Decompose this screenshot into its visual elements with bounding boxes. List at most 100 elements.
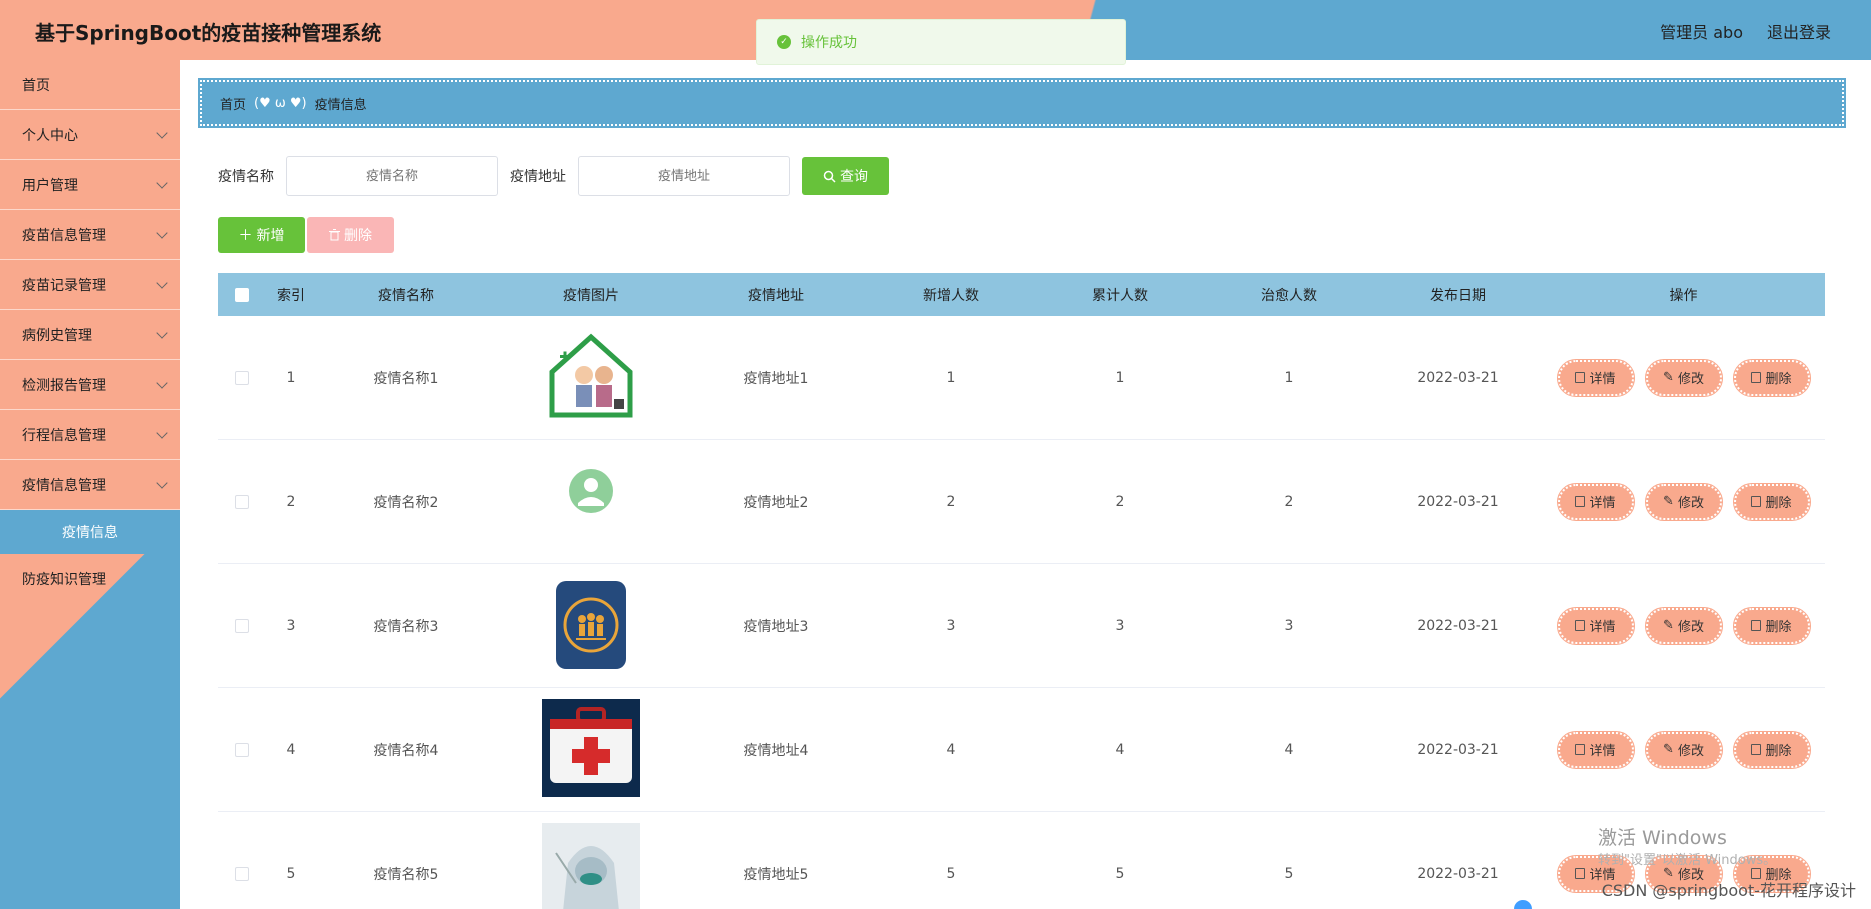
epidemic-name-label: 疫情名称: [218, 169, 274, 185]
sidebar-item-home[interactable]: 首页: [0, 60, 180, 110]
epidemic-address-input[interactable]: [578, 156, 790, 196]
header-name: 疫情名称: [378, 287, 434, 304]
cell-cured-count: 4: [1284, 741, 1294, 758]
logout-link[interactable]: 退出登录: [1767, 19, 1831, 43]
document-icon: [1575, 744, 1586, 755]
cell-image: [496, 451, 686, 553]
table-row: 3 疫情名称3 疫情地址3 3 3 3 2022-03-21 详情 ✎ 修改 删除: [218, 564, 1825, 688]
family-icon-image: [542, 575, 640, 677]
sidebar-item-user-management[interactable]: 用户管理: [0, 160, 180, 210]
delete-button[interactable]: 删除: [1732, 606, 1811, 645]
breadcrumb-home[interactable]: 首页: [220, 94, 246, 113]
row-checkbox[interactable]: [235, 618, 249, 633]
sidebar-item-label: 行程信息管理: [22, 427, 106, 444]
breadcrumb-current: 疫情信息: [314, 97, 367, 113]
cell-name: 疫情名称3: [373, 618, 439, 635]
chevron-down-icon: [156, 476, 168, 489]
detail-label: 详情: [1589, 620, 1616, 635]
cell-date: 2022-03-21: [1417, 493, 1499, 510]
document-icon: [1575, 496, 1586, 507]
edit-button[interactable]: ✎ 修改: [1644, 482, 1723, 521]
pencil-icon: ✎: [1663, 370, 1674, 385]
chevron-down-icon: [156, 126, 168, 139]
edit-label: 修改: [1677, 620, 1704, 635]
cell-operations: 详情 ✎ 修改 删除: [1542, 482, 1825, 521]
cell-name: 疫情名称1: [373, 370, 439, 387]
detail-button[interactable]: 详情: [1556, 482, 1635, 521]
delete-label: 删除: [1765, 372, 1792, 387]
sidebar-item-label: 病例史管理: [22, 327, 92, 344]
delete-label: 删除: [1765, 496, 1792, 511]
success-toast: ✓ 操作成功: [756, 19, 1126, 65]
batch-delete-button[interactable]: 删除: [307, 217, 394, 253]
sidebar-item-label: 首页: [22, 77, 50, 94]
cell-new-count: 4: [946, 741, 956, 758]
header-cured-count: 治愈人数: [1261, 287, 1317, 304]
row-checkbox[interactable]: [235, 494, 249, 509]
sidebar-item-test-reports[interactable]: 检测报告管理: [0, 360, 180, 410]
delete-label: 删除: [1765, 744, 1792, 759]
cell-index: 1: [286, 369, 296, 386]
sidebar-item-epidemic-management[interactable]: 疫情信息管理: [0, 460, 180, 510]
cell-new-count: 2: [946, 493, 956, 510]
detail-button[interactable]: 详情: [1556, 730, 1635, 769]
toast-message: 操作成功: [801, 35, 857, 51]
query-button[interactable]: 查询: [802, 157, 889, 195]
sidebar-item-vaccine-info[interactable]: 疫苗信息管理: [0, 210, 180, 260]
trash-icon: [1751, 496, 1762, 507]
row-checkbox[interactable]: [235, 370, 249, 385]
select-all-checkbox[interactable]: [235, 287, 249, 302]
header-image: 疫情图片: [563, 287, 619, 304]
table-header: 索引 疫情名称 疫情图片 疫情地址 新增人数 累计人数 治愈人数 发布日期 操作: [218, 273, 1825, 316]
cell-cured-count: 5: [1284, 865, 1294, 882]
cell-address: 疫情地址2: [743, 494, 809, 511]
header-new-count: 新增人数: [923, 287, 979, 304]
table-row: 4 疫情名称4 疫情地址4 4 4 4 2022-03-21 详情 ✎ 修改 删除: [218, 688, 1825, 812]
add-button[interactable]: ＋ 新增: [218, 217, 305, 253]
table-row: 5 疫情名称5 疫情地址5 5 5 5 2022-03-21 详情 ✎ 修改 删除: [218, 812, 1825, 909]
sidebar-item-label: 疫情信息管理: [22, 477, 106, 494]
search-bar: 疫情名称 疫情地址 查询: [218, 156, 889, 196]
cell-cured-count: 1: [1284, 369, 1294, 386]
detail-button[interactable]: 详情: [1556, 606, 1635, 645]
protective-suit-image: [542, 822, 640, 909]
row-checkbox[interactable]: [235, 866, 249, 881]
sidebar-item-medical-history[interactable]: 病例史管理: [0, 310, 180, 360]
sidebar-item-itinerary[interactable]: 行程信息管理: [0, 410, 180, 460]
detail-button[interactable]: 详情: [1556, 358, 1635, 397]
table-row: 1 疫情名称1 疫情地址1 1 1 1 2022-03-21 详情 ✎ 修改 删除: [218, 316, 1825, 440]
epidemic-name-input[interactable]: [286, 156, 498, 196]
table-row: 2 疫情名称2 疫情地址2 2 2 2 2022-03-21 详情 ✎ 修改 删除: [218, 440, 1825, 564]
trash-icon: [1751, 620, 1762, 631]
pencil-icon: ✎: [1663, 742, 1674, 757]
search-icon: [823, 170, 836, 183]
header-actions: 管理员 abo 退出登录: [1660, 19, 1831, 43]
doctor-avatar-image: [542, 451, 640, 553]
cell-name: 疫情名称2: [373, 494, 439, 511]
cell-image: [496, 575, 686, 677]
edit-button[interactable]: ✎ 修改: [1644, 730, 1723, 769]
cell-total-count: 3: [1115, 617, 1125, 634]
sidebar-item-label: 检测报告管理: [22, 377, 106, 394]
trash-icon: [329, 229, 340, 241]
cell-total-count: 4: [1115, 741, 1125, 758]
cell-index: 5: [286, 865, 296, 882]
cell-name: 疫情名称5: [373, 866, 439, 883]
trash-icon: [1751, 372, 1762, 383]
action-buttons: ＋ 新增 删除: [218, 217, 394, 253]
cell-name: 疫情名称4: [373, 742, 439, 759]
edit-button[interactable]: ✎ 修改: [1644, 358, 1723, 397]
sidebar-subitem-epidemic-info[interactable]: 疫情信息: [0, 510, 180, 554]
sidebar-item-prevention-knowledge[interactable]: 防疫知识管理: [0, 554, 180, 604]
delete-button[interactable]: 删除: [1732, 730, 1811, 769]
row-checkbox[interactable]: [235, 742, 249, 757]
cell-date: 2022-03-21: [1417, 617, 1499, 634]
sidebar-item-vaccine-records[interactable]: 疫苗记录管理: [0, 260, 180, 310]
delete-button[interactable]: 删除: [1732, 358, 1811, 397]
chevron-down-icon: [156, 276, 168, 289]
delete-button[interactable]: 删除: [1732, 482, 1811, 521]
sidebar-item-label: 疫苗记录管理: [22, 277, 106, 294]
edit-button[interactable]: ✎ 修改: [1644, 606, 1723, 645]
edit-label: 修改: [1677, 496, 1704, 511]
sidebar-item-personal-center[interactable]: 个人中心: [0, 110, 180, 160]
